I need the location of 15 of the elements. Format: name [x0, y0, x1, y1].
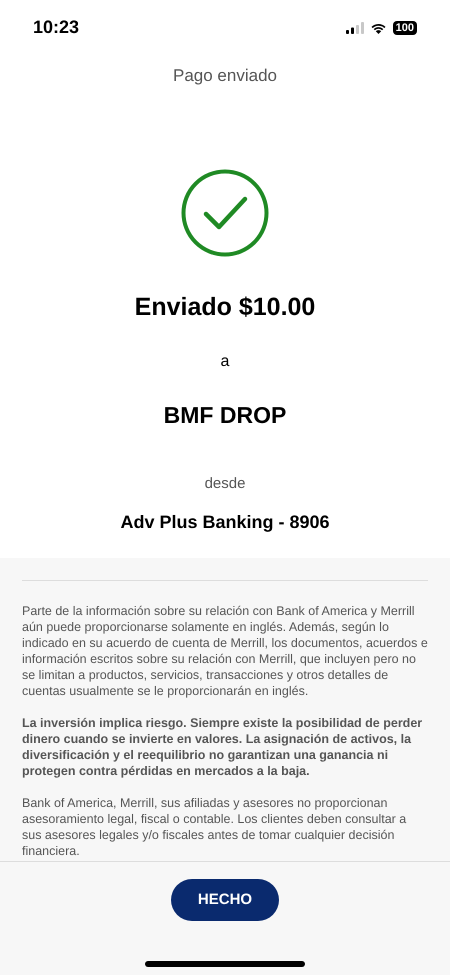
amount-headline: Enviado $10.00: [134, 292, 316, 322]
disclosure-paragraph: La inversión implica riesgo. Siempre existe la posibilidad de perder dinero cuando se invierte en valores. La asignación de activos, la diversificación y el reequilibrio no garantizan una ganancia ni protegen contra pérdidas en mercados a la baja.: [22, 715, 424, 779]
disclosure-paragraph: Parte de la información sobre su relación con Bank of America y Merrill aún puede proporcionarse solamente en inglés. Además, según lo indicado en su acuerdo de cuenta de Merrill, los documentos, acuerdos e información escritos sobre su relación con Merrill, que incluyen pero no se limitan a productos, servicios, transacciones y otros detalles de cuentas usualmente se le proporcionarán en inglés.: [22, 603, 428, 699]
account-name: Adv Plus Banking - 8906: [120, 511, 330, 534]
recipient-name: BMF DROP: [164, 401, 286, 430]
from-label: desde: [204, 474, 246, 494]
disclosure-paragraph: Bank of America, Merrill, sus afiliadas y asesores no proporcionan asesoramiento legal, fiscal o contable. Los clientes deben consultar a sus asesores legales y/o fiscales antes de tomar cualquier decisión financiera.: [22, 795, 408, 859]
screen-title: Pago enviado: [173, 65, 277, 87]
done-button[interactable]: HECHO: [171, 879, 279, 921]
wifi-icon: [370, 22, 387, 34]
status-time: 10:23: [33, 16, 80, 39]
signal-icon: [346, 22, 364, 34]
checkmark-icon: [181, 168, 269, 256]
battery-level: 100: [392, 20, 417, 34]
to-label: a: [220, 352, 230, 372]
